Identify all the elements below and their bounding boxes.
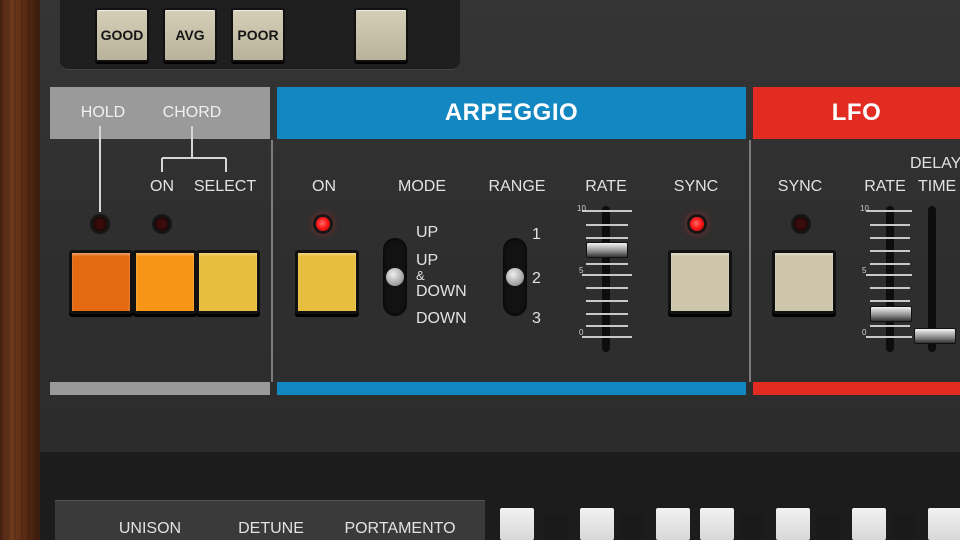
arp-range-switch[interactable] bbox=[503, 238, 527, 316]
white-key[interactable] bbox=[500, 508, 534, 540]
black-key[interactable] bbox=[620, 514, 644, 540]
white-key[interactable] bbox=[580, 508, 614, 540]
chord-select-button[interactable] bbox=[196, 250, 260, 314]
arp-mode-option-down: DOWN bbox=[416, 283, 467, 300]
hold-button[interactable] bbox=[69, 250, 133, 314]
blank-button[interactable] bbox=[354, 8, 408, 62]
lfo-delay-fader-cap[interactable] bbox=[914, 328, 956, 344]
chord-on-led bbox=[155, 217, 169, 231]
top-button-strip: GOOD AVG POOR bbox=[60, 0, 460, 70]
arp-rate-scale-5: 5 bbox=[579, 266, 584, 275]
chord-on-label: ON bbox=[150, 178, 174, 195]
arp-range-switch-knob[interactable] bbox=[506, 268, 524, 286]
lfo-rate-label: RATE bbox=[864, 178, 906, 195]
arpeggio-footer-bar bbox=[277, 382, 746, 395]
chord-on-button[interactable] bbox=[133, 250, 197, 314]
lfo-rate-scale-0: 0 bbox=[862, 328, 867, 337]
lfo-sync-button[interactable] bbox=[772, 250, 836, 314]
arp-mode-switch-knob[interactable] bbox=[386, 268, 404, 286]
white-key[interactable] bbox=[928, 508, 960, 540]
arp-on-label: ON bbox=[312, 178, 336, 195]
lfo-sync-label: SYNC bbox=[777, 178, 823, 195]
white-key[interactable] bbox=[700, 508, 734, 540]
chord-select-label: SELECT bbox=[193, 178, 257, 195]
lfo-rate-fader-cap[interactable] bbox=[870, 306, 912, 322]
arp-on-led bbox=[316, 217, 330, 231]
chord-label: CHORD bbox=[162, 104, 222, 121]
arp-range-option-1: 1 bbox=[532, 226, 541, 243]
black-key[interactable] bbox=[740, 514, 764, 540]
hold-label: HOLD bbox=[80, 104, 126, 121]
arp-mode-option-and: & bbox=[416, 268, 425, 283]
arp-range-label: RANGE bbox=[488, 178, 546, 195]
lfo-delay-fader[interactable] bbox=[914, 204, 960, 354]
lfo-time-label: TIME bbox=[918, 178, 957, 195]
arp-rate-fader[interactable]: 10 5 0 bbox=[576, 204, 636, 354]
hold-led bbox=[93, 217, 107, 231]
lfo-title: LFO bbox=[831, 99, 882, 126]
portamento-label: PORTAMENTO bbox=[344, 520, 456, 537]
lfo-rate-scale-10: 10 bbox=[860, 204, 869, 213]
good-button[interactable]: GOOD bbox=[95, 8, 149, 62]
arp-on-button[interactable] bbox=[295, 250, 359, 314]
arp-mode-option-down2: DOWN bbox=[416, 310, 467, 327]
lfo-footer-bar bbox=[753, 382, 960, 395]
poor-button[interactable]: POOR bbox=[231, 8, 285, 62]
detune-label: DETUNE bbox=[238, 520, 304, 537]
avg-button[interactable]: AVG bbox=[163, 8, 217, 62]
lfo-header: LFO bbox=[753, 87, 960, 139]
arp-mode-label: MODE bbox=[398, 178, 446, 195]
black-key[interactable] bbox=[816, 514, 840, 540]
arp-range-option-2: 2 bbox=[532, 270, 541, 287]
white-key[interactable] bbox=[656, 508, 690, 540]
arp-sync-button[interactable] bbox=[668, 250, 732, 314]
hold-chord-footer-bar bbox=[50, 382, 270, 395]
section-divider-2 bbox=[749, 140, 751, 382]
unison-label: UNISON bbox=[118, 520, 182, 537]
arp-range-option-3: 3 bbox=[532, 310, 541, 327]
wood-side-panel bbox=[0, 0, 40, 540]
arpeggio-header: ARPEGGIO bbox=[277, 87, 746, 139]
black-key[interactable] bbox=[544, 514, 568, 540]
arp-mode-switch[interactable] bbox=[383, 238, 407, 316]
arp-sync-label: SYNC bbox=[673, 178, 719, 195]
arp-rate-fader-cap[interactable] bbox=[586, 242, 628, 258]
hold-chord-connector-lines bbox=[99, 126, 227, 212]
lfo-delay-label: DELAY bbox=[910, 155, 960, 172]
arp-rate-scale-0: 0 bbox=[579, 328, 584, 337]
lfo-sync-led bbox=[794, 217, 808, 231]
synth-panel: GOOD AVG POOR HOLD CHORD ON SELECT ARPEG… bbox=[0, 0, 960, 540]
black-key[interactable] bbox=[892, 514, 916, 540]
lfo-rate-fader[interactable]: 10 5 0 bbox=[858, 204, 914, 354]
arp-rate-label: RATE bbox=[585, 178, 627, 195]
section-divider-1 bbox=[271, 140, 273, 382]
white-key[interactable] bbox=[852, 508, 886, 540]
arp-sync-led bbox=[690, 217, 704, 231]
white-key[interactable] bbox=[776, 508, 810, 540]
arp-rate-scale-10: 10 bbox=[577, 204, 586, 213]
arp-mode-option-up: UP bbox=[416, 224, 439, 241]
performance-panel: UNISON DETUNE PORTAMENTO bbox=[55, 500, 485, 540]
lfo-rate-scale-5: 5 bbox=[862, 266, 867, 275]
